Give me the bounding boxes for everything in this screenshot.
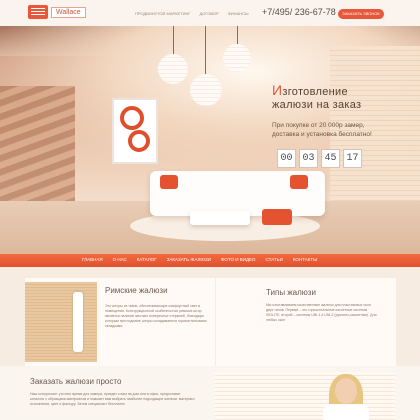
hero-title: Изготовление жалюзи на заказ: [272, 82, 362, 112]
hero-banner: Изготовление жалюзи на заказ При покупке…: [0, 26, 420, 254]
order-text: Наш консультант уточнит время для замера…: [30, 392, 195, 406]
top-nav: ПРОДВИНУТОЙ МАРКЕТИНГ ДОГОВОР ФИНАНСЫ: [135, 11, 249, 16]
nav-item-about[interactable]: О НАС: [113, 257, 127, 262]
roman-blinds-card: Римские жалюзи Это шторы из ткани, обесп…: [25, 278, 215, 366]
pillow: [160, 175, 178, 189]
timer-digit: 17: [343, 149, 362, 168]
coffee-table: [190, 211, 250, 225]
lamp-cord: [237, 26, 238, 46]
phone-number: +7/495/ 236-67-78: [262, 7, 336, 17]
top-nav-item[interactable]: ПРОДВИНУТОЙ МАРКЕТИНГ: [135, 11, 191, 16]
side-table: [262, 209, 292, 225]
site-header: Wallace ПРОДВИНУТОЙ МАРКЕТИНГ ДОГОВОР ФИ…: [0, 0, 420, 26]
nav-item-catalog[interactable]: КАТАЛОГ: [137, 257, 157, 262]
lamp-cord: [205, 26, 206, 76]
face: [335, 378, 357, 404]
countdown-timer: 00 03 45 17: [277, 149, 362, 168]
nav-item-order[interactable]: ЗАКАЗАТЬ ЖАЛЮЗИ: [167, 257, 211, 262]
top-nav-item[interactable]: ДОГОВОР: [200, 11, 219, 16]
sofa: [150, 171, 325, 216]
blind-types-text: Мы изготавливаем качественные жалюзи для…: [266, 303, 377, 322]
logo-text: Wallace: [51, 6, 86, 18]
woman-with-blinds-image: [215, 372, 395, 420]
request-call-button[interactable]: ЗАКАЗАТЬ ЗВОНОК: [338, 9, 384, 19]
roman-blinds-title: Римские жалюзи: [105, 286, 168, 295]
main-nav: ГЛАВНАЯ О НАС КАТАЛОГ ЗАКАЗАТЬ ЖАЛЮЗИ ФО…: [0, 254, 420, 267]
hero-title-initial: И: [272, 82, 283, 98]
nav-item-media[interactable]: ФОТО И ВИДЕО: [221, 257, 256, 262]
blinds-logo-icon: [28, 5, 48, 19]
staircase: [0, 86, 75, 206]
hero-title-line2: жалюзи на заказ: [272, 99, 362, 111]
wall-art: [112, 98, 158, 164]
blind-types-title: Типы жалюзи: [266, 288, 316, 297]
hero-subtitle: При покупке от 20 000р замер, доставка и…: [272, 122, 372, 138]
lamp-cord: [173, 26, 174, 56]
roman-blinds-text: Это шторы из ткани, обеспечивающие комфо…: [105, 304, 207, 328]
body: [323, 404, 369, 420]
order-title: Заказать жалюзи просто: [30, 377, 122, 386]
timer-digit: 45: [321, 149, 340, 168]
logo[interactable]: Wallace: [28, 5, 86, 19]
pendant-lamp-icon: [223, 44, 251, 72]
blind-types-card: Типы жалюзи Мы изготавливаем качественны…: [216, 278, 396, 366]
roman-blinds-image: [25, 282, 97, 362]
top-nav-item[interactable]: ФИНАНСЫ: [228, 11, 249, 16]
nav-item-contacts[interactable]: КОНТАКТЫ: [293, 257, 317, 262]
timer-digit: 03: [299, 149, 318, 168]
timer-digit: 00: [277, 149, 296, 168]
nav-item-articles[interactable]: СТАТЬИ: [266, 257, 283, 262]
hero-title-line1: зготовление: [282, 86, 348, 98]
pillow: [290, 175, 308, 189]
nav-item-home[interactable]: ГЛАВНАЯ: [82, 257, 103, 262]
pendant-lamp-icon: [158, 54, 188, 84]
pendant-lamp-icon: [190, 74, 222, 106]
